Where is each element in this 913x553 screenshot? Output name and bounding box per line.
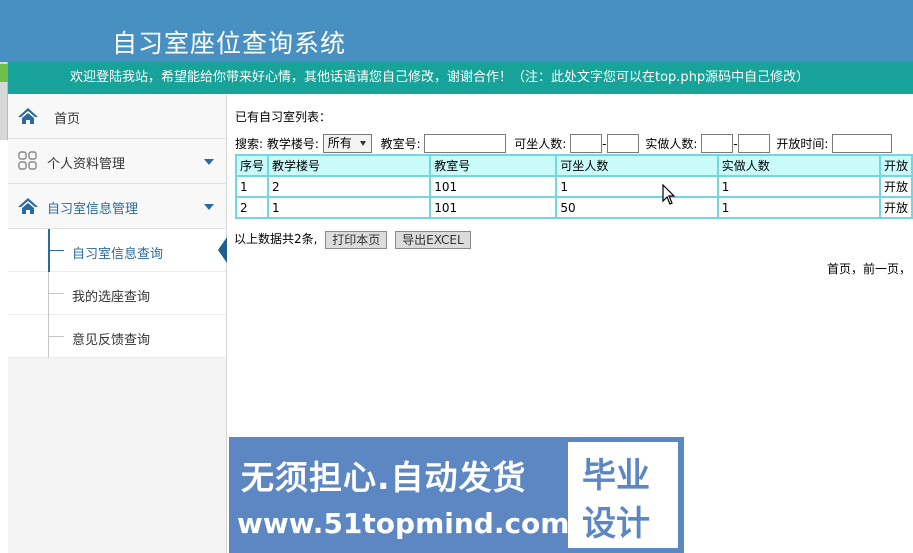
building-label: 教学楼号: (266, 137, 319, 151)
building-select[interactable]: 所有 (322, 134, 372, 153)
table-header-row: 序号 教学楼号 教室号 可坐人数 实做人数 开放 (234, 154, 913, 177)
open-time-label: 开放时间: (776, 137, 829, 151)
chevron-down-icon (204, 204, 214, 210)
grid-icon (18, 151, 37, 170)
table-row[interactable]: 2 1 101 50 1 开放 (234, 196, 913, 219)
sidebar-subitem-room-query[interactable]: 自习室信息查询 (8, 229, 227, 272)
table-cell: 开放 (878, 175, 913, 198)
sidebar-subitem-label: 我的选座查询 (72, 290, 151, 305)
sidebar-item-profile[interactable]: 个人资料管理 (8, 139, 226, 184)
table-cell: 开放 (878, 196, 913, 219)
table-cell: 2 (267, 175, 432, 198)
record-count: 以上数据共2条, (234, 232, 318, 246)
sidebar-item-home[interactable]: 首页 (8, 94, 226, 139)
capacity-max-input[interactable] (606, 134, 639, 153)
room-input[interactable] (424, 134, 507, 153)
table-cell: 101 (429, 196, 558, 219)
table-cell: 1 (267, 196, 432, 219)
room-table: 序号 教学楼号 教室号 可坐人数 实做人数 开放 1 2 101 1 1 开放 … (234, 154, 913, 219)
capacity-min-input[interactable] (570, 134, 603, 153)
table-cell: 50 (555, 196, 719, 219)
mouse-cursor-icon (662, 184, 676, 205)
table-cell: 1 (716, 175, 881, 198)
chevron-down-icon (204, 159, 214, 165)
search-bar: 搜索: 教学楼号: 所有 教室号: 可坐人数: - 实做人数: - 开放时间: (235, 134, 893, 154)
table-cell: 1 (716, 196, 881, 219)
banner-slogan: 无须担心.自动发货 (241, 458, 527, 497)
table-header-cell: 序号 (234, 154, 270, 177)
actual-min-input[interactable] (701, 134, 734, 153)
table-header-cell: 开放 (878, 154, 913, 177)
pagination[interactable]: 首页，前一页， (827, 260, 911, 277)
sidebar-subitem-label: 意见反馈查询 (72, 333, 151, 348)
banner-logo: 毕业 设计 (568, 442, 678, 548)
print-button[interactable]: 打印本页 (325, 230, 388, 249)
table-cell: 1 (234, 175, 270, 198)
banner-url: www.51topmind.com (237, 507, 570, 540)
sidebar-item-label: 个人资料管理 (47, 157, 126, 172)
summary-bar: 以上数据共2条, 打印本页 导出EXCEL (234, 230, 471, 249)
table-cell: 1 (555, 175, 719, 198)
welcome-marquee: 欢迎登陆我站，希望能给你带来好心情，其他话语请您自己修改，谢谢合作！（注：此处文… (8, 62, 913, 94)
open-time-input[interactable] (832, 134, 893, 153)
watermark-banner: 无须担心.自动发货 www.51topmind.com 毕业 设计 (229, 437, 684, 553)
actual-label: 实做人数: (645, 137, 698, 151)
sidebar-item-room-info[interactable]: 自习室信息管理 (8, 184, 226, 229)
room-label: 教室号: (380, 137, 421, 151)
table-cell: 2 (234, 196, 270, 219)
home-icon (18, 198, 38, 214)
table-header-cell: 可坐人数 (555, 154, 719, 177)
table-cell: 101 (429, 175, 558, 198)
list-title: 已有自习室列表： (235, 110, 332, 124)
actual-max-input[interactable] (737, 134, 770, 153)
dropdown-arrow-icon (359, 141, 366, 146)
sidebar-subitem-label: 自习室信息查询 (72, 247, 164, 262)
sidebar: 首页 个人资料管理 自习室信息管理 自习室信息查询 我的选座查询 意见反馈查询 (8, 94, 227, 553)
window-edge-tab (0, 64, 8, 82)
page-title: 自习室座位查询系统 (112, 29, 347, 58)
capacity-label: 可坐人数: (514, 137, 567, 151)
table-header-cell: 教室号 (429, 154, 558, 177)
header: 自习室座位查询系统 (0, 0, 913, 62)
search-label: 搜索: (235, 137, 264, 151)
sidebar-subitem-my-seat[interactable]: 我的选座查询 (8, 272, 226, 315)
table-header-cell: 实做人数 (716, 154, 881, 177)
home-icon (18, 108, 38, 124)
table-header-cell: 教学楼号 (267, 154, 432, 177)
sidebar-item-label: 首页 (54, 112, 81, 127)
sidebar-subitem-feedback[interactable]: 意见反馈查询 (8, 315, 226, 358)
export-excel-button[interactable]: 导出EXCEL (395, 230, 471, 249)
active-indicator (218, 237, 227, 263)
table-row[interactable]: 1 2 101 1 1 开放 (234, 175, 913, 198)
sidebar-item-label: 自习室信息管理 (47, 202, 139, 217)
